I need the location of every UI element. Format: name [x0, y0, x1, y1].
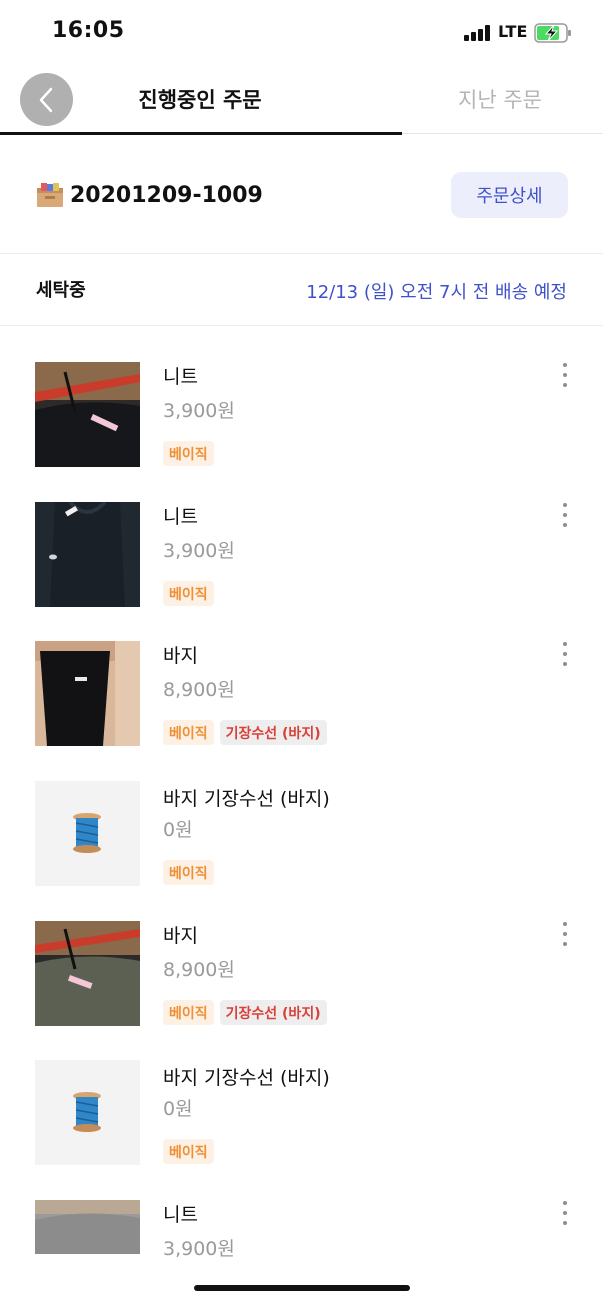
item-price: 8,900원: [163, 959, 235, 981]
status-bar: 16:05 LTE: [0, 0, 603, 66]
tag-length-repair: 기장수선 (바지): [219, 720, 327, 745]
package-box-icon: [37, 183, 63, 207]
item-tags: 베이직 기장수선 (바지): [163, 1000, 327, 1025]
tab-divider: [402, 133, 603, 134]
item-price: 3,900원: [163, 400, 235, 422]
home-indicator: [194, 1285, 410, 1291]
tag-basic: 베이직: [163, 1139, 214, 1164]
network-label: LTE: [498, 22, 528, 41]
item-thumbnail: [35, 1060, 140, 1165]
more-vertical-icon[interactable]: [556, 363, 574, 387]
tag-basic: 베이직: [163, 441, 214, 466]
order-item[interactable]: 바지 8,900원 베이직 기장수선 (바지): [0, 921, 603, 1061]
more-vertical-icon[interactable]: [556, 1201, 574, 1225]
status-time: 16:05: [52, 18, 125, 43]
item-name: 니트: [163, 506, 198, 528]
back-button[interactable]: [20, 73, 73, 126]
item-price: 3,900원: [163, 1238, 235, 1260]
tag-basic: 베이직: [163, 1000, 214, 1025]
header: 진행중인 주문 지난 주문: [0, 66, 603, 136]
item-tags: 베이직: [163, 1139, 214, 1164]
delivery-schedule: 12/13 (일) 오전 7시 전 배송 예정: [306, 282, 567, 303]
item-name: 바지: [163, 925, 198, 947]
item-thumbnail: [35, 641, 140, 746]
item-name: 바지 기장수선 (바지): [163, 1067, 330, 1089]
more-vertical-icon[interactable]: [556, 503, 574, 527]
item-thumbnail: [35, 362, 140, 467]
tag-basic: 베이직: [163, 581, 214, 606]
status-label: 세탁중: [36, 280, 86, 301]
item-thumbnail: [35, 781, 140, 886]
item-thumbnail: [35, 921, 140, 1026]
order-item: 바지 기장수선 (바지) 0원 베이직: [0, 781, 603, 921]
tag-length-repair: 기장수선 (바지): [219, 1000, 327, 1025]
order-item[interactable]: 니트 3,900원 베이직: [0, 502, 603, 642]
item-thumbnail: [35, 1200, 140, 1254]
item-tags: 베이직: [163, 441, 214, 466]
battery-charging-icon: [534, 23, 571, 43]
order-number: 20201209-1009: [70, 183, 263, 208]
thread-spool-icon: [35, 1060, 140, 1165]
item-tags: 베이직 기장수선 (바지): [163, 720, 327, 745]
item-tags: 베이직: [163, 581, 214, 606]
tag-basic: 베이직: [163, 720, 214, 745]
item-price: 3,900원: [163, 540, 235, 562]
order-item: 바지 기장수선 (바지) 0원 베이직: [0, 1060, 603, 1200]
thread-spool-icon: [35, 781, 140, 886]
item-tags: 베이직: [163, 860, 214, 885]
more-vertical-icon[interactable]: [556, 922, 574, 946]
order-detail-button[interactable]: 주문상세: [451, 172, 568, 218]
order-item[interactable]: 바지 8,900원 베이직 기장수선 (바지): [0, 641, 603, 781]
tab-past-orders[interactable]: 지난 주문: [420, 84, 580, 114]
tag-basic: 베이직: [163, 860, 214, 885]
item-name: 니트: [163, 366, 198, 388]
order-summary: 20201209-1009 주문상세: [0, 136, 603, 254]
item-name: 니트: [163, 1204, 198, 1226]
more-vertical-icon[interactable]: [556, 642, 574, 666]
order-status: 세탁중 12/13 (일) 오전 7시 전 배송 예정: [0, 254, 603, 326]
tab-ongoing-orders[interactable]: 진행중인 주문: [110, 84, 290, 114]
item-price: 0원: [163, 819, 193, 841]
chevron-left-icon: [39, 87, 52, 112]
item-thumbnail: [35, 502, 140, 607]
item-name: 바지: [163, 645, 198, 667]
active-tab-indicator: [0, 132, 402, 135]
signal-icon: [464, 25, 492, 41]
item-price: 8,900원: [163, 679, 235, 701]
item-price: 0원: [163, 1098, 193, 1120]
item-name: 바지 기장수선 (바지): [163, 788, 330, 810]
order-item[interactable]: 니트 3,900원: [0, 1200, 603, 1260]
order-item[interactable]: 니트 3,900원 베이직: [0, 362, 603, 502]
